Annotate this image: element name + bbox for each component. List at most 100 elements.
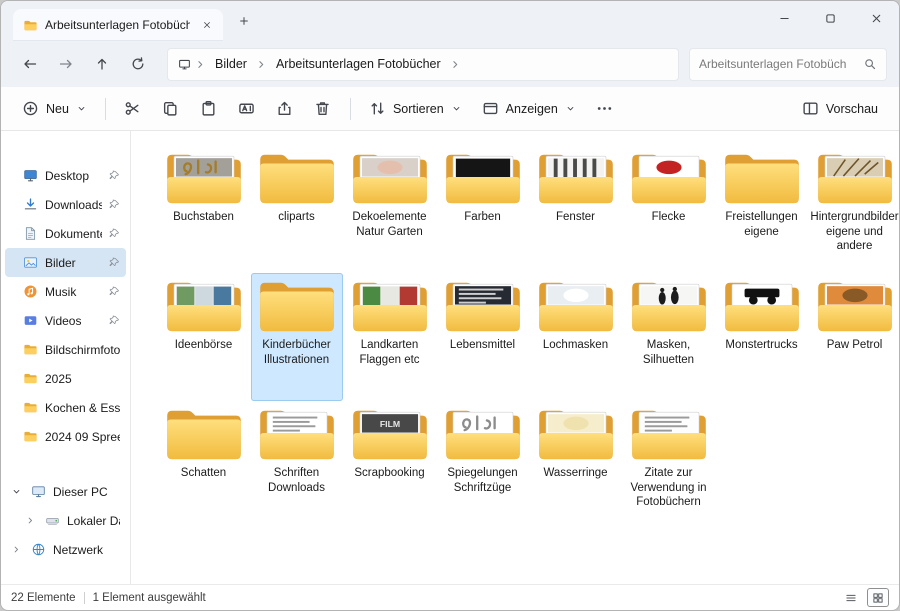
refresh-button[interactable] (121, 47, 155, 81)
minimize-button[interactable] (761, 1, 807, 35)
folderMini (23, 342, 38, 357)
pin-icon (109, 257, 120, 268)
folder-name: Landkarten Flaggen etc (345, 338, 435, 367)
breadcrumb-item-bilder[interactable]: Bilder (210, 54, 252, 74)
sidebar-item-downloads[interactable]: Downloads (5, 190, 126, 219)
maximize-button[interactable] (807, 1, 853, 35)
sidebar-item-lokaler-datent[interactable]: Lokaler Datent (5, 506, 126, 535)
preview-pane-icon (802, 100, 819, 117)
sidebar-item-bilder[interactable]: Bilder (5, 248, 126, 277)
delete-button[interactable] (305, 92, 341, 126)
folder-icon (351, 148, 429, 208)
search-icon (863, 57, 877, 71)
close-button[interactable] (853, 1, 899, 35)
folder-tile-spiegelungen-schriftzüge[interactable]: Spiegelungen Schriftzüge (437, 401, 529, 529)
folder-tile-lochmasken[interactable]: Lochmasken (530, 273, 622, 401)
copy-button[interactable] (153, 92, 189, 126)
sidebar-item-dokumente[interactable]: Dokumente (5, 219, 126, 248)
computerIcon (31, 484, 46, 499)
folder-name: Schriften Downloads (252, 466, 342, 495)
folder-tile-schatten[interactable]: Schatten (158, 401, 250, 529)
desktopIcon (23, 168, 38, 183)
folder-tile-monstertrucks[interactable]: Monstertrucks (716, 273, 808, 401)
preview-toggle-button[interactable]: Vorschau (793, 93, 887, 124)
chevron-down-icon[interactable] (11, 486, 24, 497)
folder-tile-buchstaben[interactable]: Buchstaben (158, 145, 250, 273)
sidebar-section-gap (1, 451, 130, 477)
driveIcon (45, 513, 60, 528)
sidebar-item-videos[interactable]: Videos (5, 306, 126, 335)
folder-name: Hintergrundbilder eigene und andere (810, 210, 900, 254)
sidebar-item-2024-09-spree-f[interactable]: 2024 09 Spree-F (5, 422, 126, 451)
folder-tile-flecke[interactable]: Flecke (623, 145, 715, 273)
new-tab-button[interactable] (231, 8, 257, 34)
sidebar-item-musik[interactable]: Musik (5, 277, 126, 306)
breadcrumb[interactable]: Bilder Arbeitsunterlagen Fotobücher (167, 48, 679, 81)
toolbar-divider (350, 98, 351, 120)
share-button[interactable] (267, 92, 303, 126)
new-button[interactable]: Neu (13, 93, 96, 124)
folder-tile-lebensmittel[interactable]: Lebensmittel (437, 273, 529, 401)
more-options-button[interactable] (587, 92, 623, 126)
breadcrumb-item-arbeitsunterlagen-fotobücher[interactable]: Arbeitsunterlagen Fotobücher (271, 54, 446, 74)
chevron-right-icon[interactable] (25, 515, 38, 526)
chevron-down-icon (565, 103, 576, 114)
sidebar-item-2025[interactable]: 2025 (5, 364, 126, 393)
sort-button[interactable]: Sortieren (360, 93, 471, 124)
paste-button[interactable] (191, 92, 227, 126)
sidebar-item-netzwerk[interactable]: Netzwerk (5, 535, 126, 564)
search-input[interactable]: Arbeitsunterlagen Fotobüch (689, 48, 887, 81)
folder-tile-kinderbücher-illustrationen[interactable]: Kinderbücher Illustrationen (251, 273, 343, 401)
folder-tile-fenster[interactable]: Fenster (530, 145, 622, 273)
sidebar-item-kochen-essen[interactable]: Kochen & Essen (5, 393, 126, 422)
rename-button[interactable] (229, 92, 265, 126)
folder-tile-cliparts[interactable]: cliparts (251, 145, 343, 273)
sidebar-item-bildschirmfotos[interactable]: Bildschirmfotos (5, 335, 126, 364)
folder-tile-masken-silhuetten[interactable]: Masken, Silhuetten (623, 273, 715, 401)
folder-tile-hintergrundbilder-eigene-und-andere[interactable]: Hintergrundbilder eigene und andere (809, 145, 900, 273)
search-placeholder: Arbeitsunterlagen Fotobüch (699, 57, 857, 71)
up-button[interactable] (85, 47, 119, 81)
musicIcon (23, 284, 38, 299)
folder-name: Monstertrucks (725, 338, 797, 353)
cut-button[interactable] (115, 92, 151, 126)
folder-tile-paw-petrol[interactable]: Paw Petrol (809, 273, 900, 401)
back-button[interactable] (13, 47, 47, 81)
sidebar-item-label: Lokaler Datent (67, 514, 120, 528)
folder-tile-farben[interactable]: Farben (437, 145, 529, 273)
chevron-right-icon[interactable] (11, 544, 24, 555)
folder-icon (23, 18, 38, 33)
forward-button[interactable] (49, 47, 83, 81)
file-explorer-window: Arbeitsunterlagen Fotobücher Bilder Arbei… (0, 0, 900, 611)
window-body: DesktopDownloadsDokumenteBilderMusikVide… (1, 131, 899, 584)
this-pc-icon (178, 58, 191, 71)
folder-grid: BuchstabenclipartsDekoelemente Natur Gar… (157, 145, 899, 529)
folder-tile-zitate-zur-verwendung-in-fotobüchern[interactable]: Zitate zur Verwendung in Fotobüchern (623, 401, 715, 529)
folder-tile-dekoelemente-natur-garten[interactable]: Dekoelemente Natur Garten (344, 145, 436, 273)
folder-tile-ideenbörse[interactable]: Ideenbörse (158, 273, 250, 401)
chevron-right-icon (194, 58, 207, 71)
sort-button-label: Sortieren (393, 102, 444, 116)
folder-tile-landkarten-flaggen-etc[interactable]: Landkarten Flaggen etc (344, 273, 436, 401)
icons-view-toggle[interactable] (867, 588, 889, 607)
explorer-tab[interactable]: Arbeitsunterlagen Fotobücher (13, 9, 223, 41)
folder-name: Flecke (652, 210, 686, 225)
svg-text:FILM: FILM (379, 419, 399, 429)
tab-close-icon[interactable] (197, 15, 217, 35)
folder-icon (723, 148, 801, 208)
sidebar-item-dieser-pc[interactable]: Dieser PC (5, 477, 126, 506)
folder-name: Kinderbücher Illustrationen (252, 338, 342, 367)
sidebar-item-desktop[interactable]: Desktop (5, 161, 126, 190)
folder-name: Schatten (181, 466, 226, 481)
folder-tile-schriften-downloads[interactable]: Schriften Downloads (251, 401, 343, 529)
folder-tile-freistellungen-eigene[interactable]: Freistellungen eigene (716, 145, 808, 273)
details-view-toggle[interactable] (840, 588, 862, 607)
folder-icon (258, 276, 336, 336)
pin-icon (109, 315, 120, 326)
folder-icon (444, 148, 522, 208)
view-button[interactable]: Anzeigen (473, 93, 585, 124)
folder-icon (165, 276, 243, 336)
sidebar-item-label: Dieser PC (53, 485, 120, 499)
folder-tile-scrapbooking[interactable]: FILMScrapbooking (344, 401, 436, 529)
folder-tile-wasserringe[interactable]: Wasserringe (530, 401, 622, 529)
